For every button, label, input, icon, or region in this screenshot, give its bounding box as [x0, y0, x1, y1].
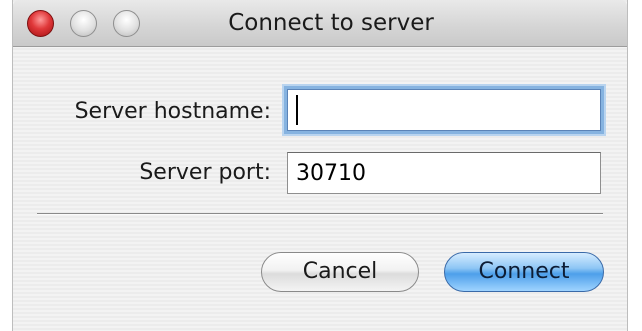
server-port-label: Server port:	[139, 160, 271, 185]
connect-button[interactable]: Connect	[444, 252, 604, 292]
title-bar[interactable]: Connect to server	[13, 0, 627, 47]
window-title: Connect to server	[228, 10, 434, 36]
separator-line	[37, 213, 603, 215]
cancel-button[interactable]: Cancel	[261, 252, 419, 292]
server-hostname-input[interactable]	[287, 89, 601, 131]
text-caret	[296, 95, 298, 125]
server-hostname-label: Server hostname:	[74, 99, 271, 124]
server-port-input[interactable]	[287, 152, 601, 194]
connect-dialog-window: Connect to server Server hostname: Serve…	[12, 0, 628, 331]
